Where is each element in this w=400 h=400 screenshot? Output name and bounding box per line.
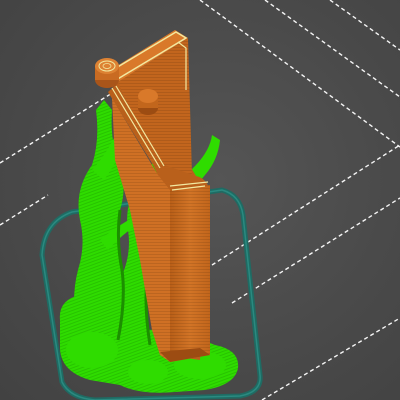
- side-boss[interactable]: [138, 89, 158, 115]
- grid-line: [0, 194, 49, 226]
- slicer-3d-viewport[interactable]: [0, 0, 400, 400]
- grid-line: [231, 197, 400, 304]
- support-foot: [66, 332, 118, 368]
- grid-line: [264, 0, 400, 98]
- grid-line: [199, 0, 400, 148]
- grid-line: [261, 317, 400, 400]
- scene-canvas[interactable]: [0, 0, 400, 400]
- hinge-knob[interactable]: [95, 58, 119, 88]
- support-foot: [128, 360, 168, 384]
- grid-line: [329, 0, 400, 51]
